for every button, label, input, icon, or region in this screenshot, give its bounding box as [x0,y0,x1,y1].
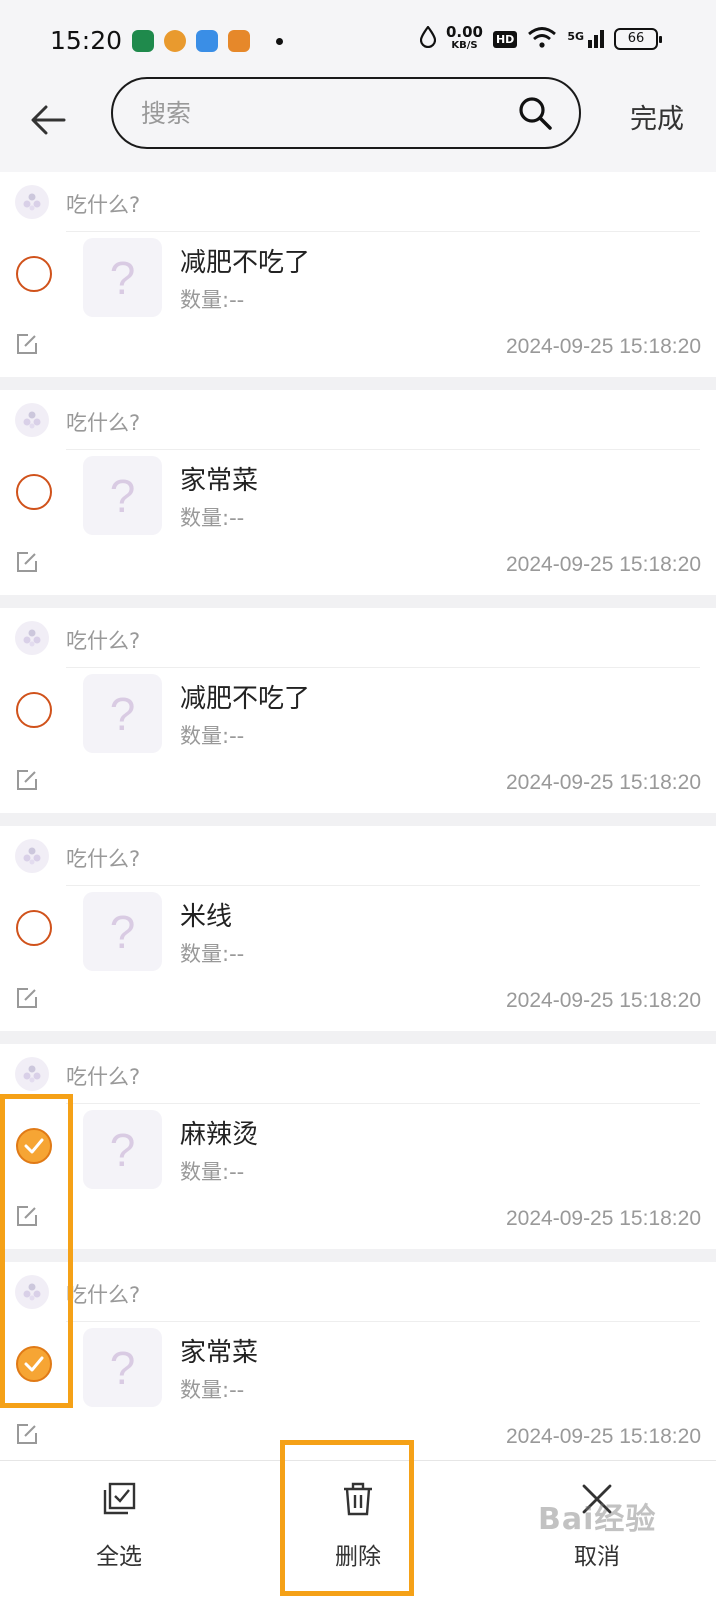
cancel-label: 取消 [574,1544,620,1570]
group-name: 吃什么? [66,1283,141,1307]
select-checkbox[interactable] [16,256,52,292]
battery-icon: 66 [614,28,662,50]
edit-icon[interactable] [15,768,39,796]
divider [66,449,700,450]
watermark: Bai经验 [538,1502,657,1537]
item-name: 减肥不吃了 [180,684,311,714]
notification-dot-icon [276,37,283,45]
arrow-left-icon [31,105,66,135]
search-icon[interactable] [517,95,553,135]
item-timestamp: 2024-09-25 15:18:20 [506,771,701,794]
group-name: 吃什么? [66,629,141,653]
item-timestamp: 2024-09-25 15:18:20 [506,989,701,1012]
select-checkbox[interactable] [16,910,52,946]
divider [66,1103,700,1104]
app-icon-game [228,30,250,52]
item-name: 减肥不吃了 [180,248,311,278]
item-quantity: 数量:-- [180,724,245,748]
list-item[interactable]: 吃什么? ? 减肥不吃了 数量:-- 2024-09-25 15:18:20 [0,172,716,377]
item-thumbnail: ? [83,892,162,971]
item-thumbnail: ? [83,456,162,535]
group-header: 吃什么? [0,390,716,450]
select-checkbox[interactable] [16,474,52,510]
list-item[interactable]: 吃什么? ? 家常菜 数量:-- 2024-09-25 15:18:20 [0,390,716,595]
list-item[interactable]: 吃什么? ? 家常菜 数量:-- 2024-09-25 15:18:20 [0,1262,716,1467]
group-icon [15,1057,49,1091]
item-quantity: 数量:-- [180,942,245,966]
group-header: 吃什么? [0,172,716,232]
edit-icon[interactable] [15,332,39,360]
item-quantity: 数量:-- [180,1378,245,1402]
select-checkbox[interactable] [16,692,52,728]
water-drop-icon [419,25,437,52]
edit-icon[interactable] [15,1422,39,1450]
wifi-icon [527,26,557,52]
group-name: 吃什么? [66,847,141,871]
divider [66,667,700,668]
status-time: 15:20 [50,26,123,55]
item-name: 家常菜 [180,466,259,496]
net-speed-value: 0.00 [445,23,483,41]
group-icon [15,403,49,437]
item-quantity: 数量:-- [180,288,245,312]
item-timestamp: 2024-09-25 15:18:20 [506,553,701,576]
group-name: 吃什么? [66,411,141,435]
edit-icon[interactable] [15,986,39,1014]
list-item[interactable]: 吃什么? ? 减肥不吃了 数量:-- 2024-09-25 15:18:20 [0,608,716,813]
divider [66,885,700,886]
item-thumbnail: ? [83,1110,162,1189]
app-icon-blue [196,30,218,52]
group-icon [15,185,49,219]
oppo-app-icon [132,30,154,52]
item-thumbnail: ? [83,674,162,753]
group-name: 吃什么? [66,193,141,217]
group-header: 吃什么? [0,1262,716,1322]
item-quantity: 数量:-- [180,1160,245,1184]
status-app-icons [132,30,283,52]
item-timestamp: 2024-09-25 15:18:20 [506,1207,701,1230]
divider [66,231,700,232]
group-header: 吃什么? [0,608,716,668]
signal-type: 5G [567,30,584,43]
search-bar[interactable] [111,77,581,149]
status-indicators: 0.00 KB/S HD 5G 66 [419,23,662,52]
item-thumbnail: ? [83,238,162,317]
group-header: 吃什么? [0,826,716,886]
select-all-button[interactable]: 全选 [44,1461,194,1600]
search-input[interactable] [141,93,501,133]
group-name: 吃什么? [66,1065,141,1089]
divider [66,1321,700,1322]
item-quantity: 数量:-- [180,506,245,530]
hd-badge: HD [492,30,518,48]
group-icon [15,621,49,655]
cellular-signal-icon: 5G [567,30,604,48]
app-icon-orange [164,30,186,52]
select-all-label: 全选 [96,1544,142,1570]
net-speed: 0.00 KB/S [445,23,483,52]
item-name: 米线 [180,902,233,932]
done-button[interactable]: 完成 [630,97,684,136]
group-icon [15,839,49,873]
status-bar: 15:20 0.00 KB/S HD 5G 66 [0,0,716,80]
select-all-icon [101,1479,137,1519]
top-bar: 完成 [0,77,716,172]
highlight-box-delete [280,1440,414,1596]
list-item[interactable]: 吃什么? ? 麻辣烫 数量:-- 2024-09-25 15:18:20 [0,1044,716,1249]
item-name: 麻辣烫 [180,1120,259,1150]
item-name: 家常菜 [180,1338,259,1368]
edit-icon[interactable] [15,550,39,578]
highlight-box-checkboxes [0,1094,73,1408]
net-speed-unit: KB/S [451,40,478,51]
item-thumbnail: ? [83,1328,162,1407]
list-item[interactable]: 吃什么? ? 米线 数量:-- 2024-09-25 15:18:20 [0,826,716,1031]
item-timestamp: 2024-09-25 15:18:20 [506,1425,701,1448]
item-timestamp: 2024-09-25 15:18:20 [506,335,701,358]
back-button[interactable] [26,98,70,142]
group-header: 吃什么? [0,1044,716,1104]
